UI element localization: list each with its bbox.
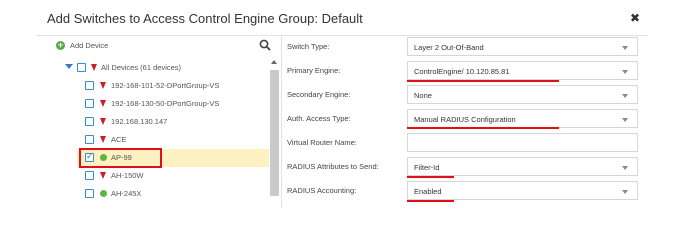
tree-node[interactable]: 192-168-101-52-DPortGroup-VS <box>37 77 269 95</box>
tree-root-all-devices[interactable]: All Devices (61 devices) <box>37 59 269 77</box>
secondary-engine-value: None <box>414 91 432 100</box>
status-down-icon <box>100 136 106 143</box>
radius-attributes-label: RADIUS Attributes to Send: <box>287 162 379 171</box>
node-label: AH-150W <box>111 171 144 180</box>
dropdown-arrow-icon <box>622 46 628 50</box>
dropdown-arrow-icon <box>622 70 628 74</box>
node-checkbox[interactable] <box>85 135 94 144</box>
auth-access-type-value: Manual RADIUS Configuration <box>414 115 516 124</box>
dropdown-arrow-icon <box>622 190 628 194</box>
plus-icon: + <box>56 40 65 50</box>
add-device-button[interactable]: + Add Device <box>37 36 281 58</box>
status-down-icon <box>100 118 106 125</box>
status-down-icon <box>91 64 97 71</box>
secondary-engine-select[interactable]: None <box>407 85 638 104</box>
dialog-header: Add Switches to Access Control Engine Gr… <box>37 0 648 36</box>
primary-engine-value: ControlEngine/ 10.120.85.81 <box>414 67 510 76</box>
tree-scrollbar[interactable] <box>270 58 279 208</box>
tree-root-label: All Devices (61 devices) <box>101 63 182 72</box>
status-down-icon <box>100 100 106 107</box>
node-checkbox[interactable] <box>85 189 94 198</box>
form-row-virtual-router-name: Virtual Router Name: <box>283 132 648 154</box>
switch-type-select[interactable]: Layer 2 Out-Of-Band <box>407 37 638 56</box>
radius-accounting-underline <box>407 200 454 202</box>
add-device-label: Add Device <box>70 41 109 50</box>
primary-engine-label: Primary Engine: <box>287 66 341 75</box>
node-checkbox[interactable] <box>85 81 94 90</box>
expand-caret-icon[interactable] <box>65 64 73 69</box>
dialog-title: Add Switches to Access Control Engine Gr… <box>47 11 363 26</box>
form-row-secondary-engine: Secondary Engine: None <box>283 84 648 106</box>
radius-accounting-value: Enabled <box>414 187 442 196</box>
switch-type-label: Switch Type: <box>287 42 330 51</box>
root-checkbox[interactable] <box>77 63 86 72</box>
close-icon[interactable]: ✖ <box>630 11 640 25</box>
selection-highlight-box <box>79 148 162 168</box>
radius-attributes-select[interactable]: Filter-Id <box>407 157 638 176</box>
form-row-radius-accounting: RADIUS Accounting: Enabled <box>283 180 648 202</box>
secondary-engine-label: Secondary Engine: <box>287 90 351 99</box>
form-row-primary-engine: Primary Engine: ControlEngine/ 10.120.85… <box>283 60 648 82</box>
dropdown-arrow-icon <box>622 166 628 170</box>
tree-node[interactable]: AH-150W <box>37 167 269 185</box>
device-tree-panel: + Add Device All Devices (61 devices) 19… <box>37 36 282 208</box>
radius-accounting-label: RADIUS Accounting: <box>287 186 357 195</box>
switch-type-value: Layer 2 Out-Of-Band <box>414 43 484 52</box>
node-label: 192-168-101-52-DPortGroup-VS <box>111 81 220 90</box>
tree-node[interactable]: AH-245X <box>37 185 269 203</box>
node-label: 192.168.130.147 <box>111 117 168 126</box>
auth-access-type-select[interactable]: Manual RADIUS Configuration <box>407 109 638 128</box>
node-label: ACE <box>111 135 127 144</box>
form-row-radius-attributes: RADIUS Attributes to Send: Filter-Id <box>283 156 648 178</box>
search-icon[interactable] <box>259 39 271 51</box>
virtual-router-name-input[interactable] <box>407 133 638 152</box>
status-down-icon <box>100 172 106 179</box>
node-checkbox[interactable] <box>85 99 94 108</box>
status-up-icon <box>100 190 107 197</box>
radius-attributes-underline <box>407 176 454 178</box>
dropdown-arrow-icon <box>622 94 628 98</box>
radius-accounting-select[interactable]: Enabled <box>407 181 638 200</box>
add-switches-dialog: Add Switches to Access Control Engine Gr… <box>37 0 648 208</box>
node-checkbox[interactable] <box>85 117 94 126</box>
switch-settings-form: Switch Type: Layer 2 Out-Of-Band Primary… <box>283 36 648 208</box>
node-checkbox[interactable] <box>85 171 94 180</box>
virtual-router-name-label: Virtual Router Name: <box>287 138 357 147</box>
node-label: 192-168-130-50-DPortGroup-VS <box>111 99 220 108</box>
scroll-up-arrow-icon[interactable] <box>271 60 277 64</box>
tree-node[interactable]: 192.168.130.147 <box>37 113 269 131</box>
tree-node[interactable]: 192-168-130-50-DPortGroup-VS <box>37 95 269 113</box>
node-label: AH-245X <box>111 189 142 198</box>
auth-access-type-label: Auth. Access Type: <box>287 114 351 123</box>
scroll-thumb[interactable] <box>270 70 279 196</box>
status-down-icon <box>100 82 106 89</box>
primary-engine-underline <box>407 80 559 82</box>
tree-node[interactable]: ACE <box>37 131 269 149</box>
dropdown-arrow-icon <box>622 118 628 122</box>
form-row-switch-type: Switch Type: Layer 2 Out-Of-Band <box>283 36 648 58</box>
radius-attributes-value: Filter-Id <box>414 163 440 172</box>
auth-access-type-underline <box>407 127 559 129</box>
primary-engine-select[interactable]: ControlEngine/ 10.120.85.81 <box>407 61 638 80</box>
